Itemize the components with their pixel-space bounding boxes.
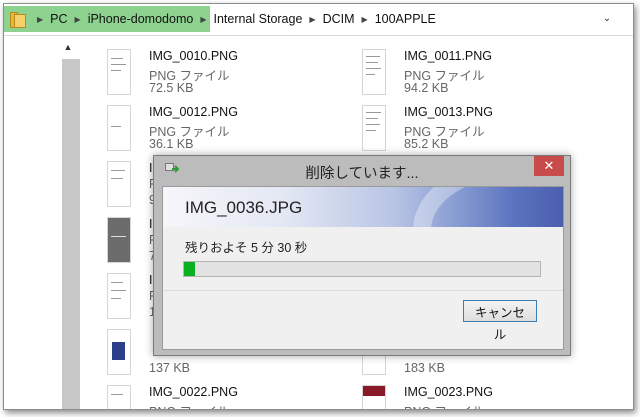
chevron-right-icon[interactable]: ▶ [362, 15, 368, 24]
file-name: IMG_0011.PNG [404, 49, 493, 63]
breadcrumb-internal-storage[interactable]: Internal Storage [213, 12, 302, 26]
chevron-right-icon[interactable]: ▶ [309, 15, 315, 24]
file-thumbnail [362, 49, 386, 95]
dialog-title: 削除しています... [305, 166, 419, 182]
current-file-name: IMG_0036.JPG [185, 198, 303, 217]
chevron-right-icon[interactable]: ▶ [75, 15, 81, 24]
close-icon[interactable]: ✕ [534, 156, 564, 176]
breadcrumb: ▶ PC ▶ iPhone-domodomo ▶ Internal Storag… [10, 6, 436, 32]
file-name: I [149, 273, 153, 287]
file-size: 36.1 KB [149, 137, 194, 151]
file-thumbnail [107, 49, 131, 95]
file-name: IMG_0010.PNG [149, 49, 238, 63]
chevron-down-icon[interactable]: ⌄ [600, 12, 614, 26]
file-size: 183 KB [404, 361, 446, 375]
file-name: I [149, 161, 153, 175]
file-size: 137 KB [149, 361, 191, 375]
progress-bar [183, 261, 541, 277]
file-name: IMG_0023.PNG [404, 385, 493, 399]
folder-icon [10, 12, 26, 28]
file-thumbnail [362, 385, 386, 409]
scrollbar-track[interactable] [62, 59, 80, 409]
cancel-button[interactable]: キャンセル [463, 300, 537, 342]
file-thumbnail [362, 105, 386, 151]
breadcrumb-dcim[interactable]: DCIM [323, 12, 355, 26]
delete-progress-dialog: 削除しています... ✕ IMG_0036.JPG 残りおよそ 5 分 30 秒… [153, 155, 571, 356]
scroll-up-button[interactable]: ▲ [62, 42, 74, 54]
file-size: 85.2 KB [404, 137, 449, 151]
file-item[interactable]: IMG_0011.PNG PNG ファイル 94.2 KB [362, 49, 562, 101]
file-thumbnail [107, 161, 131, 207]
file-thumbnail [107, 105, 131, 151]
file-name: IMG_0022.PNG [149, 385, 238, 399]
divider [163, 290, 563, 291]
file-thumbnail [107, 217, 131, 263]
breadcrumb-pc[interactable]: PC [50, 12, 67, 26]
file-thumbnail [107, 385, 131, 409]
file-item[interactable]: IMG_0022.PNG PNG ファイル [107, 385, 307, 409]
file-item[interactable]: IMG_0012.PNG PNG ファイル 36.1 KB [107, 105, 307, 157]
breadcrumb-100apple[interactable]: 100APPLE [375, 12, 436, 26]
file-item[interactable]: IMG_0023.PNG PNG ファイル [362, 385, 562, 409]
file-item[interactable]: IMG_0010.PNG PNG ファイル 72.5 KB [107, 49, 307, 101]
progress-fill [184, 262, 195, 276]
file-size: 72.5 KB [149, 81, 194, 95]
dialog-titlebar[interactable]: 削除しています... ✕ [154, 156, 570, 186]
file-name: IMG_0013.PNG [404, 105, 493, 119]
file-item[interactable]: IMG_0013.PNG PNG ファイル 85.2 KB [362, 105, 562, 157]
breadcrumb-device[interactable]: iPhone-domodomo [88, 12, 194, 26]
file-thumbnail [107, 273, 131, 319]
chevron-right-icon[interactable]: ▶ [37, 15, 43, 24]
file-type: PNG ファイル [404, 401, 485, 409]
file-name: IMG_0012.PNG [149, 105, 238, 119]
file-name: I [149, 217, 153, 231]
dialog-body: IMG_0036.JPG 残りおよそ 5 分 30 秒 キャンセル [162, 186, 564, 350]
file-thumbnail [107, 329, 131, 375]
address-bar[interactable]: ▶ PC ▶ iPhone-domodomo ▶ Internal Storag… [4, 4, 633, 36]
file-type: PNG ファイル [149, 401, 230, 409]
chevron-right-icon[interactable]: ▶ [200, 15, 206, 24]
time-remaining: 残りおよそ 5 分 30 秒 [185, 241, 308, 255]
file-size: 94.2 KB [404, 81, 449, 95]
dialog-banner: IMG_0036.JPG [163, 187, 563, 227]
